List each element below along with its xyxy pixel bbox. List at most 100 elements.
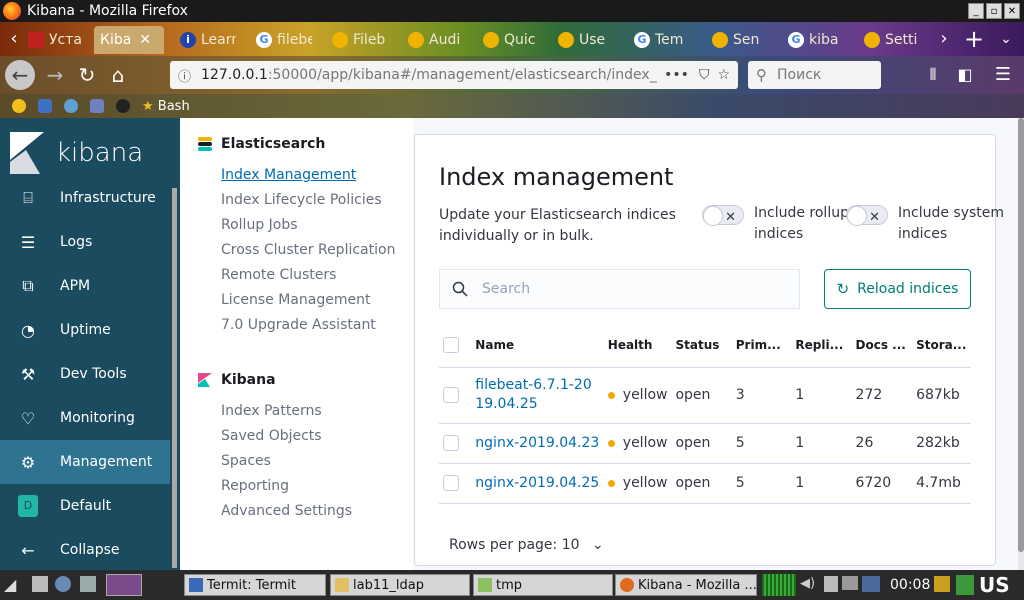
row-checkbox[interactable] [443,435,459,451]
menu-icon[interactable]: ☰ [988,60,1018,90]
url-bar[interactable]: ⓘ 127.0.0.1 :50000/app/kibana#/managemen… [170,61,738,89]
info-circle-icon[interactable]: ⓘ [178,66,191,85]
sidebar-item-uptime[interactable]: ◔ Uptime [0,308,170,352]
close-window-button[interactable]: ✕ [1004,3,1020,19]
index-link[interactable]: nginx-2019.04.25 [475,475,599,491]
reload-indices-button[interactable]: ↻ Reload indices [824,269,971,309]
rollup-toggle[interactable]: ✕ Include rollup indices [702,205,864,245]
github-icon[interactable] [116,99,130,113]
taskbar-lab11[interactable]: lab11_ldap [330,574,470,596]
nav-index-patterns[interactable]: Index Patterns [221,403,322,419]
page-actions-icon[interactable]: ••• [664,67,689,83]
row-checkbox[interactable] [443,475,459,491]
network-icon[interactable] [64,99,78,113]
nav-cross-cluster-replication[interactable]: Cross Cluster Replication [221,242,395,258]
nav-rollup-jobs[interactable]: Rollup Jobs [221,217,298,233]
start-menu-icon[interactable]: ◢ [4,575,16,594]
tab-0[interactable]: Уста [28,26,90,54]
nav-advanced-settings[interactable]: Advanced Settings [221,503,352,519]
col-status[interactable]: Status [671,323,732,368]
toggle-switch[interactable]: ✕ [846,205,888,226]
home-icon[interactable]: ⌂ [103,60,133,90]
taskbar-kibana[interactable]: Kibana - Mozilla ... [615,574,757,596]
logout-icon[interactable] [956,575,974,595]
index-link[interactable]: nginx-2019.04.23 [475,435,599,451]
forward-icon[interactable]: → [40,60,70,90]
col-name[interactable]: Name [471,323,604,368]
tab-10[interactable]: G kiba [788,26,844,54]
scrollbar-thumb[interactable] [1018,118,1024,552]
rows-per-page-selector[interactable]: Rows per page: 10 ⌄ [449,537,604,553]
col-primaries[interactable]: Prim... [731,323,792,368]
sidebar-scrollbar[interactable] [172,188,177,568]
tab-6[interactable]: Quic [483,26,537,54]
monitor-icon[interactable] [38,99,52,113]
col-replicas[interactable]: Repli... [791,323,852,368]
firefox-launcher-icon[interactable] [106,574,142,596]
col-storage[interactable]: Stora... [912,323,971,368]
clock[interactable]: 00:08 [890,577,930,593]
tab-7[interactable]: Use [558,26,612,54]
globe-icon[interactable] [55,576,71,592]
keyboard-layout-icon[interactable] [862,576,880,592]
tab-1[interactable]: Кiba ✕ [94,26,164,54]
nav-upgrade-assistant[interactable]: 7.0 Upgrade Assistant [221,317,376,333]
tabs-scroll-right-icon[interactable]: › [932,26,956,54]
taskbar-tmp[interactable]: tmp [473,574,613,596]
search-bar[interactable]: ⚲ Поиск [748,61,881,89]
sidebar-item-default-space[interactable]: D Default [0,484,170,528]
tab-4[interactable]: Fileb [332,26,386,54]
nav-saved-objects[interactable]: Saved Objects [221,428,322,444]
toggle-switch[interactable]: ✕ [702,205,744,226]
select-all-checkbox[interactable] [443,336,459,353]
maximize-button[interactable]: ▫ [986,3,1002,19]
sidebar-item-apm[interactable]: ⧉ APM [0,264,170,308]
volume-icon[interactable]: ◀) [800,576,815,591]
bookmark-bash[interactable]: ★ Bash [142,99,190,114]
nav-reporting[interactable]: Reporting [221,478,289,494]
keyboard-language[interactable]: US [979,573,1010,597]
sidebar-collapse-button[interactable]: ← Collapse [0,528,170,572]
sidebar-item-infrastructure[interactable]: ⌸ Infrastructure [0,176,170,220]
col-health[interactable]: Health [603,323,672,368]
tab-9[interactable]: Sen [712,26,766,54]
taskbar-termit[interactable]: Termit: Termit [184,574,326,596]
slashes-icon[interactable] [90,99,104,113]
tab-list-icon[interactable]: ⌄ [994,26,1018,54]
system-toggle[interactable]: ✕ Include system indices [846,205,1008,245]
col-docs[interactable]: Docs ... [851,323,913,368]
files-icon[interactable] [32,576,48,592]
sidebar-item-monitoring[interactable]: ♡ Monitoring [0,396,170,440]
nav-index-lifecycle-policies[interactable]: Index Lifecycle Policies [221,192,382,208]
tab-2[interactable]: i Learn [180,26,236,54]
new-tab-icon[interactable]: + [962,26,986,54]
sidebar-item-management[interactable]: ⚙ Management [0,440,170,484]
reload-icon[interactable]: ↻ [72,60,102,90]
back-icon[interactable]: ← [5,60,35,90]
tab-8[interactable]: G Tem [634,26,690,54]
nav-remote-clusters[interactable]: Remote Clusters [221,267,336,283]
tab-3[interactable]: G filebe [256,26,312,54]
sidebar-item-logs[interactable]: ☰ Logs [0,220,170,264]
tabs-scroll-left-icon[interactable]: ‹ [2,26,26,54]
search-input[interactable]: Search [439,269,800,309]
minimize-button[interactable]: _ [968,3,984,19]
library-icon[interactable]: ⫴ [918,60,948,90]
nav-index-management[interactable]: Index Management [221,167,356,183]
row-checkbox[interactable] [443,387,459,403]
star-icon[interactable]: ☆ [717,67,730,83]
index-link[interactable]: filebeat-6.7.1-2019.04.25 [475,376,597,414]
sidebar-toggle-icon[interactable]: ◧ [950,60,980,90]
nav-spaces[interactable]: Spaces [221,453,271,469]
clipboard-icon[interactable] [824,576,838,592]
kibana-logo[interactable]: kibana [10,132,143,174]
lock-icon[interactable] [934,576,950,592]
windows-icon[interactable] [80,576,96,592]
close-tab-icon[interactable]: ✕ [139,32,151,48]
sidebar-item-dev-tools[interactable]: ⚒ Dev Tools [0,352,170,396]
tab-11[interactable]: Setti [864,26,920,54]
bookmark-icon[interactable] [12,99,26,113]
network-icon[interactable] [842,576,858,590]
page-scrollbar[interactable] [1018,118,1024,570]
nav-license-management[interactable]: License Management [221,292,370,308]
